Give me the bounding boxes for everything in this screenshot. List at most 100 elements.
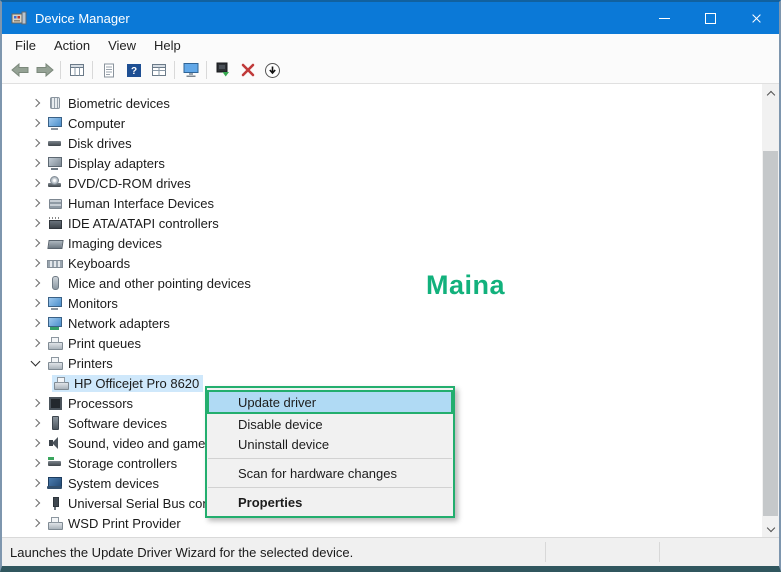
- sound-icon: [47, 436, 63, 450]
- device-manager-app-icon: [11, 10, 27, 26]
- menu-item-scan-hardware-changes[interactable]: Scan for hardware changes: [207, 463, 453, 483]
- maximize-icon: [704, 12, 716, 24]
- minimize-icon: [658, 17, 670, 19]
- chevron-right-icon[interactable]: [28, 155, 44, 171]
- svg-text:?: ?: [130, 66, 136, 77]
- scrollbar-thumb[interactable]: [763, 151, 778, 516]
- context-menu: Update driver Disable device Uninstall d…: [205, 386, 455, 518]
- forward-button[interactable]: [32, 59, 57, 81]
- tree-item-disk-drives[interactable]: Disk drives: [2, 133, 762, 153]
- tree-item-keyboards[interactable]: Keyboards: [2, 253, 762, 273]
- chevron-right-icon[interactable]: [28, 275, 44, 291]
- chevron-right-icon[interactable]: [28, 495, 44, 511]
- tree-item-label: Storage controllers: [68, 455, 178, 471]
- menu-item-update-driver[interactable]: Update driver: [207, 390, 453, 414]
- display-adapter-icon: [47, 156, 63, 170]
- chevron-right-icon[interactable]: [28, 415, 44, 431]
- tree-item-network-adapters[interactable]: Network adapters: [2, 313, 762, 333]
- close-button[interactable]: [733, 2, 779, 34]
- export-list-icon: [103, 63, 114, 77]
- statusbar-separator: [659, 542, 660, 562]
- tree-item-label: DVD/CD-ROM drives: [68, 175, 191, 191]
- tree-item-printers[interactable]: Printers: [2, 353, 762, 373]
- tree-item-label: Network adapters: [68, 315, 170, 331]
- devices-by-type-button[interactable]: [146, 59, 171, 81]
- update-driver-button[interactable]: [210, 59, 235, 81]
- chevron-right-icon[interactable]: [28, 515, 44, 531]
- console-tree-button[interactable]: [64, 59, 89, 81]
- tree-item-ide-controllers[interactable]: IDE ATA/ATAPI controllers: [2, 213, 762, 233]
- chevron-right-icon[interactable]: [28, 315, 44, 331]
- tree-item-dvd-cdrom-drives[interactable]: DVD/CD-ROM drives: [2, 173, 762, 193]
- tree-item-label: System devices: [68, 475, 160, 491]
- tree-item-monitors[interactable]: Monitors: [2, 293, 762, 313]
- menu-view[interactable]: View: [99, 38, 145, 53]
- chevron-right-icon[interactable]: [28, 295, 44, 311]
- tree-item-label: HP Officejet Pro 8620: [74, 375, 200, 391]
- tree-item-display-adapters[interactable]: Display adapters: [2, 153, 762, 173]
- tree-item-label: Printers: [68, 355, 113, 371]
- tree-item-label: Computer: [68, 115, 126, 131]
- tree-item-computer[interactable]: Computer: [2, 113, 762, 133]
- watermark-text: Maina: [426, 270, 506, 300]
- minimize-button[interactable]: [641, 2, 687, 34]
- chevron-right-icon[interactable]: [28, 175, 44, 191]
- export-list-button[interactable]: [96, 59, 121, 81]
- uninstall-device-button[interactable]: [235, 59, 260, 81]
- tree-item-label: WSD Print Provider: [68, 515, 181, 531]
- chevron-down-icon[interactable]: [28, 355, 44, 371]
- tree-item-imaging-devices[interactable]: Imaging devices: [2, 233, 762, 253]
- tree-item-label: Human Interface Devices: [68, 195, 214, 211]
- tree-item-biometric-devices[interactable]: Biometric devices: [2, 93, 762, 113]
- tree-item-label: Monitors: [68, 295, 118, 311]
- menu-item-properties[interactable]: Properties: [207, 492, 453, 512]
- dvd-icon: [47, 176, 63, 190]
- title-bar: Device Manager: [2, 2, 779, 34]
- window-controls: [641, 2, 779, 34]
- menu-separator: [208, 487, 452, 488]
- menu-item-uninstall-device[interactable]: Uninstall device: [207, 434, 453, 454]
- chevron-right-icon[interactable]: [28, 255, 44, 271]
- chevron-right-icon[interactable]: [28, 215, 44, 231]
- disk-icon: [47, 136, 63, 150]
- help-icon: ?: [126, 63, 141, 77]
- fingerprint-icon: [47, 96, 63, 110]
- maximize-button[interactable]: [687, 2, 733, 34]
- toolbar-separator: [174, 61, 175, 79]
- tree-item-label: Mice and other pointing devices: [68, 275, 251, 291]
- menu-action[interactable]: Action: [45, 38, 99, 53]
- tree-item-label: Imaging devices: [68, 235, 162, 251]
- tree-item-mice[interactable]: Mice and other pointing devices: [2, 273, 762, 293]
- menu-file[interactable]: File: [6, 38, 45, 53]
- chevron-right-icon[interactable]: [28, 475, 44, 491]
- chevron-right-icon[interactable]: [28, 235, 44, 251]
- tree-item-print-queues[interactable]: Print queues: [2, 333, 762, 353]
- chevron-right-icon[interactable]: [28, 335, 44, 351]
- chevron-right-icon[interactable]: [28, 435, 44, 451]
- tree-item-label: Disk drives: [68, 135, 132, 151]
- tree-selection-highlight: HP Officejet Pro 8620: [52, 374, 204, 392]
- tree-item-human-interface-devices[interactable]: Human Interface Devices: [2, 193, 762, 213]
- uninstall-x-icon: [241, 63, 254, 77]
- menu-item-disable-device[interactable]: Disable device: [207, 414, 453, 434]
- chevron-right-icon[interactable]: [28, 115, 44, 131]
- close-icon: [751, 13, 762, 24]
- vertical-scrollbar[interactable]: [762, 84, 779, 537]
- toolbar-separator: [60, 61, 61, 79]
- chevron-right-icon[interactable]: [28, 135, 44, 151]
- scroll-up-button[interactable]: [762, 84, 779, 101]
- printer-icon: [47, 336, 63, 350]
- computer-button[interactable]: [178, 59, 203, 81]
- keyboard-icon: [47, 256, 63, 270]
- chevron-right-icon[interactable]: [28, 455, 44, 471]
- back-button[interactable]: [7, 59, 32, 81]
- chevron-right-icon[interactable]: [28, 95, 44, 111]
- chevron-right-icon[interactable]: [28, 195, 44, 211]
- scroll-down-button[interactable]: [762, 520, 779, 537]
- menu-help[interactable]: Help: [145, 38, 190, 53]
- software-icon: [47, 416, 63, 430]
- update-driver-icon: [216, 62, 229, 77]
- chevron-right-icon[interactable]: [28, 395, 44, 411]
- help-button[interactable]: ?: [121, 59, 146, 81]
- disable-device-button[interactable]: [260, 59, 285, 81]
